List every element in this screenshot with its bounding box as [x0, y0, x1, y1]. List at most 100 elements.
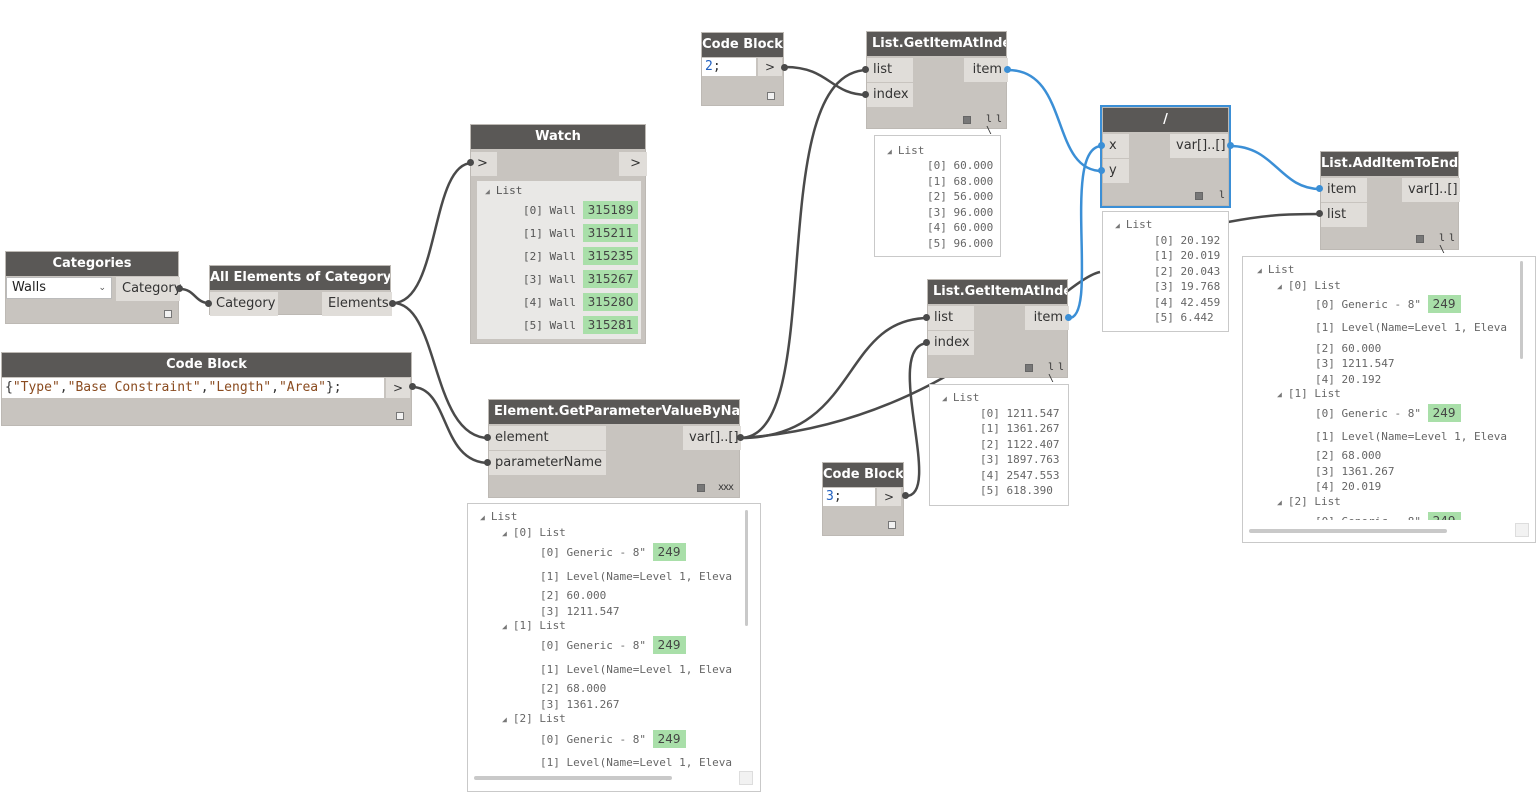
- preview-toggle-icon[interactable]: [963, 116, 971, 124]
- get-item-1-preview[interactable]: ◢ List [0] 60.000 [1] 68.000 [2] 56.000 […: [874, 135, 1001, 257]
- output-connector[interactable]: [902, 492, 909, 499]
- index-input-port[interactable]: index: [867, 83, 913, 107]
- collapse-triangle-icon[interactable]: ◢: [485, 187, 490, 196]
- y-input-port[interactable]: y: [1103, 159, 1129, 183]
- lacing-icon[interactable]: l l \: [1048, 362, 1067, 384]
- output-connector[interactable]: [1065, 314, 1072, 321]
- input-connector[interactable]: [1316, 185, 1323, 192]
- preview-toggle-icon[interactable]: [396, 412, 404, 420]
- output-connector[interactable]: [1227, 142, 1234, 149]
- get-item-2-preview[interactable]: ◢ List [0] 1211.547 [1] 1361.267 [2] 1122…: [929, 384, 1069, 506]
- vertical-scrollbar[interactable]: [1520, 261, 1523, 359]
- divide-node[interactable]: / x y var[]..[] l: [1100, 105, 1231, 208]
- output-connector[interactable]: [1004, 66, 1011, 73]
- code-output-port[interactable]: >: [877, 488, 901, 506]
- add-item-preview[interactable]: ◢ List ◢ [0] List [0] Generic - 8" 249 [1]…: [1242, 256, 1536, 543]
- preview-toggle-icon[interactable]: [1195, 192, 1203, 200]
- horizontal-scrollbar[interactable]: [474, 776, 672, 780]
- list-input-port[interactable]: list: [867, 58, 913, 82]
- collapse-triangle-icon[interactable]: ◢: [1115, 221, 1120, 230]
- var-output-port[interactable]: var[]..[]: [683, 426, 741, 450]
- code-block-3-node[interactable]: Code Block 3; >: [822, 462, 904, 536]
- collapse-triangle-icon[interactable]: ◢: [1277, 498, 1282, 507]
- collapse-triangle-icon[interactable]: ◢: [1277, 390, 1282, 399]
- input-connector[interactable]: [1098, 142, 1105, 149]
- divide-preview[interactable]: ◢ List [0] 20.192 [1] 20.019 [2] 20.043 […: [1102, 211, 1229, 332]
- collapse-triangle-icon[interactable]: ◢: [1277, 282, 1282, 291]
- output-connector[interactable]: [737, 434, 744, 441]
- code-block-param-names-node[interactable]: Code Block {"Type","Base Constraint","Le…: [1, 352, 412, 426]
- code-editor[interactable]: 2;: [702, 58, 756, 76]
- collapse-triangle-icon[interactable]: ◢: [887, 147, 892, 156]
- input-connector[interactable]: [862, 91, 869, 98]
- categories-node[interactable]: Categories Walls ⌄ Category: [5, 251, 181, 324]
- list-input-port[interactable]: list: [928, 306, 974, 330]
- preview-toggle-icon[interactable]: [697, 484, 705, 492]
- collapse-triangle-icon[interactable]: ◢: [480, 513, 485, 522]
- preview-toggle-icon[interactable]: [888, 521, 896, 529]
- input-connector[interactable]: [467, 159, 474, 166]
- code-output-port[interactable]: >: [758, 58, 782, 76]
- add-item-to-end-node[interactable]: List.AddItemToEnd item list var[]..[] l …: [1320, 151, 1460, 255]
- output-connector[interactable]: [781, 64, 788, 71]
- code-block-2-node[interactable]: Code Block 2; >: [701, 32, 784, 106]
- category-dropdown[interactable]: Walls ⌄: [6, 277, 112, 299]
- get-item-at-index-node-1[interactable]: List.GetItemAtIndex list index item l l …: [866, 31, 1008, 136]
- get-item-at-index-node-2[interactable]: List.GetItemAtIndex list index item l l …: [927, 279, 1069, 384]
- item-input-port[interactable]: item: [1321, 178, 1367, 202]
- all-elements-node[interactable]: All Elements of Category Category Elemen…: [209, 265, 392, 316]
- watch-node[interactable]: Watch > > ◢ List [0] Wall 315189 [1] Wall…: [470, 124, 647, 344]
- var-output-port[interactable]: var[]..[]: [1170, 134, 1228, 158]
- lacing-icon[interactable]: l: [1219, 190, 1225, 201]
- list-item: [4] 20.019: [1315, 480, 1382, 493]
- code-output-port[interactable]: >: [386, 378, 410, 398]
- item-output-port[interactable]: item: [964, 58, 1008, 82]
- x-input-port[interactable]: x: [1103, 134, 1129, 158]
- input-connector[interactable]: [862, 66, 869, 73]
- get-parameter-preview[interactable]: ◢ List ◢ [0] List [0] Generic - 8" 249 [1]…: [467, 503, 761, 792]
- lacing-icon[interactable]: xxx: [718, 482, 734, 493]
- preview-toggle-icon[interactable]: [164, 310, 172, 318]
- code-editor[interactable]: 3;: [823, 488, 875, 506]
- item-output-port[interactable]: item: [1025, 306, 1069, 330]
- lacing-icon[interactable]: l l \: [986, 114, 1006, 136]
- preview-toggle-icon[interactable]: [1025, 364, 1033, 372]
- elements-output-port[interactable]: Elements: [322, 292, 392, 316]
- list-input-port[interactable]: list: [1321, 203, 1367, 227]
- list-item: [3] 1211.547: [1315, 357, 1395, 370]
- get-parameter-value-node[interactable]: Element.GetParameterValueByName element …: [488, 399, 741, 498]
- collapse-triangle-icon[interactable]: ◢: [1257, 266, 1262, 275]
- collapse-triangle-icon[interactable]: ◢: [942, 394, 947, 403]
- lacing-icon[interactable]: l l \: [1439, 233, 1458, 255]
- collapse-triangle-icon[interactable]: ◢: [502, 622, 507, 631]
- category-input-port[interactable]: Category: [210, 292, 278, 316]
- list-item: [4] 60.000: [927, 221, 994, 234]
- category-output-port[interactable]: Category: [116, 277, 181, 301]
- list-label: [1] List: [512, 619, 566, 632]
- vertical-scrollbar[interactable]: [745, 510, 748, 626]
- output-connector[interactable]: [389, 300, 396, 307]
- list-item: [0] 60.000: [927, 159, 994, 172]
- horizontal-scrollbar[interactable]: [1249, 529, 1447, 533]
- watch-output-port[interactable]: >: [619, 152, 647, 176]
- input-connector[interactable]: [923, 339, 930, 346]
- output-connector[interactable]: [409, 383, 416, 390]
- collapse-triangle-icon[interactable]: ◢: [502, 529, 507, 538]
- collapse-triangle-icon[interactable]: ◢: [502, 715, 507, 724]
- input-connector[interactable]: [1098, 167, 1105, 174]
- input-connector[interactable]: [484, 434, 491, 441]
- code-editor[interactable]: {"Type","Base Constraint","Length","Area…: [2, 378, 384, 398]
- input-connector[interactable]: [484, 459, 491, 466]
- var-output-port[interactable]: var[]..[]: [1402, 178, 1460, 202]
- input-connector[interactable]: [1316, 210, 1323, 217]
- index-input-port[interactable]: index: [928, 331, 974, 355]
- element-input-port[interactable]: element: [489, 426, 606, 450]
- input-connector[interactable]: [923, 314, 930, 321]
- parameter-name-input-port[interactable]: parameterName: [489, 451, 606, 475]
- input-connector[interactable]: [205, 300, 212, 307]
- output-connector[interactable]: [176, 285, 183, 292]
- preview-toggle-icon[interactable]: [767, 92, 775, 100]
- watch-input-port[interactable]: >: [471, 152, 497, 176]
- list-item: [5] 96.000: [927, 237, 994, 250]
- preview-toggle-icon[interactable]: [1416, 235, 1424, 243]
